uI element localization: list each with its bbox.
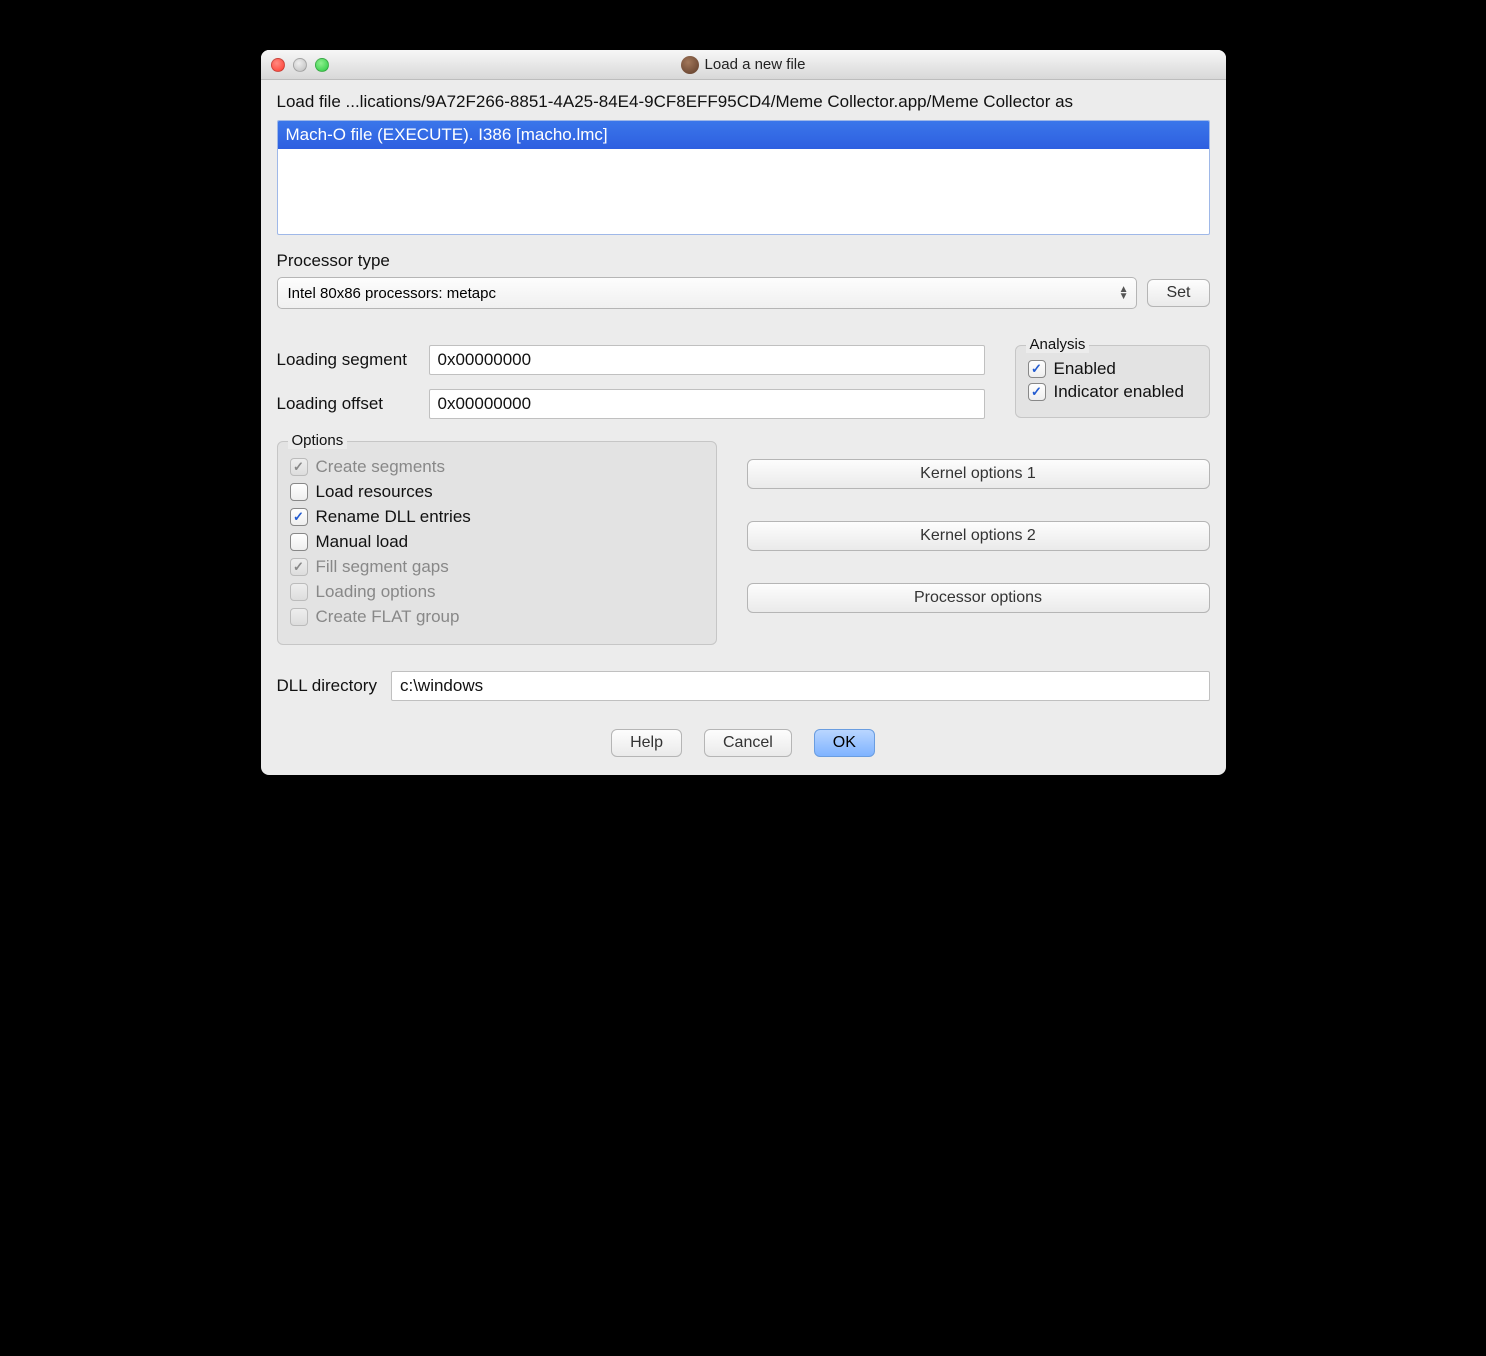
loading-segment-label: Loading segment (277, 350, 417, 370)
file-type-list[interactable]: Mach-O file (EXECUTE). I386 [macho.lmc] (277, 120, 1210, 235)
traffic-lights (271, 58, 329, 72)
analysis-indicator-label: Indicator enabled (1054, 382, 1184, 402)
loading-offset-label: Loading offset (277, 394, 417, 414)
dialog-content: Load file ...lications/9A72F266-8851-4A2… (261, 80, 1226, 775)
processor-type-value: Intel 80x86 processors: metapc (288, 285, 496, 302)
file-path-label: Load file ...lications/9A72F266-8851-4A2… (277, 92, 1210, 112)
analysis-group: Analysis Enabled Indicator enabled (1015, 345, 1210, 418)
loading-segment-input[interactable] (429, 345, 985, 375)
zoom-icon[interactable] (315, 58, 329, 72)
kernel-options-1-button[interactable]: Kernel options 1 (747, 459, 1210, 489)
load-resources-label: Load resources (316, 482, 433, 502)
create-segments-label: Create segments (316, 457, 445, 477)
dll-directory-label: DLL directory (277, 676, 377, 696)
titlebar: Load a new file (261, 50, 1226, 80)
close-icon[interactable] (271, 58, 285, 72)
fill-gaps-label: Fill segment gaps (316, 557, 449, 577)
manual-load-label: Manual load (316, 532, 409, 552)
loading-options-label: Loading options (316, 582, 436, 602)
app-icon (681, 56, 699, 74)
create-segments-checkbox (290, 458, 308, 476)
analysis-legend: Analysis (1026, 336, 1090, 353)
dll-directory-input[interactable] (391, 671, 1210, 701)
loading-offset-input[interactable] (429, 389, 985, 419)
minimize-icon[interactable] (293, 58, 307, 72)
window-title: Load a new file (705, 56, 806, 73)
analysis-indicator-checkbox[interactable] (1028, 383, 1046, 401)
options-legend: Options (288, 432, 348, 449)
dialog-footer: Help Cancel OK (277, 729, 1210, 757)
fill-gaps-checkbox (290, 558, 308, 576)
manual-load-checkbox[interactable] (290, 533, 308, 551)
kernel-options-2-button[interactable]: Kernel options 2 (747, 521, 1210, 551)
help-button[interactable]: Help (611, 729, 682, 757)
set-button[interactable]: Set (1147, 279, 1209, 307)
dialog-window: Load a new file Load file ...lications/9… (261, 50, 1226, 775)
rename-dll-label: Rename DLL entries (316, 507, 471, 527)
options-group: Options Create segments Load resources R… (277, 441, 717, 645)
load-resources-checkbox[interactable] (290, 483, 308, 501)
processor-options-button[interactable]: Processor options (747, 583, 1210, 613)
loading-options-checkbox (290, 583, 308, 601)
create-flat-label: Create FLAT group (316, 607, 460, 627)
cancel-button[interactable]: Cancel (704, 729, 792, 757)
analysis-enabled-checkbox[interactable] (1028, 360, 1046, 378)
chevron-updown-icon: ▲▼ (1119, 286, 1129, 300)
file-type-item[interactable]: Mach-O file (EXECUTE). I386 [macho.lmc] (278, 121, 1209, 149)
processor-type-label: Processor type (277, 251, 1210, 271)
processor-type-select[interactable]: Intel 80x86 processors: metapc ▲▼ (277, 277, 1138, 309)
create-flat-checkbox (290, 608, 308, 626)
ok-button[interactable]: OK (814, 729, 875, 757)
analysis-enabled-label: Enabled (1054, 359, 1116, 379)
rename-dll-checkbox[interactable] (290, 508, 308, 526)
kernel-buttons-column: Kernel options 1 Kernel options 2 Proces… (747, 441, 1210, 613)
